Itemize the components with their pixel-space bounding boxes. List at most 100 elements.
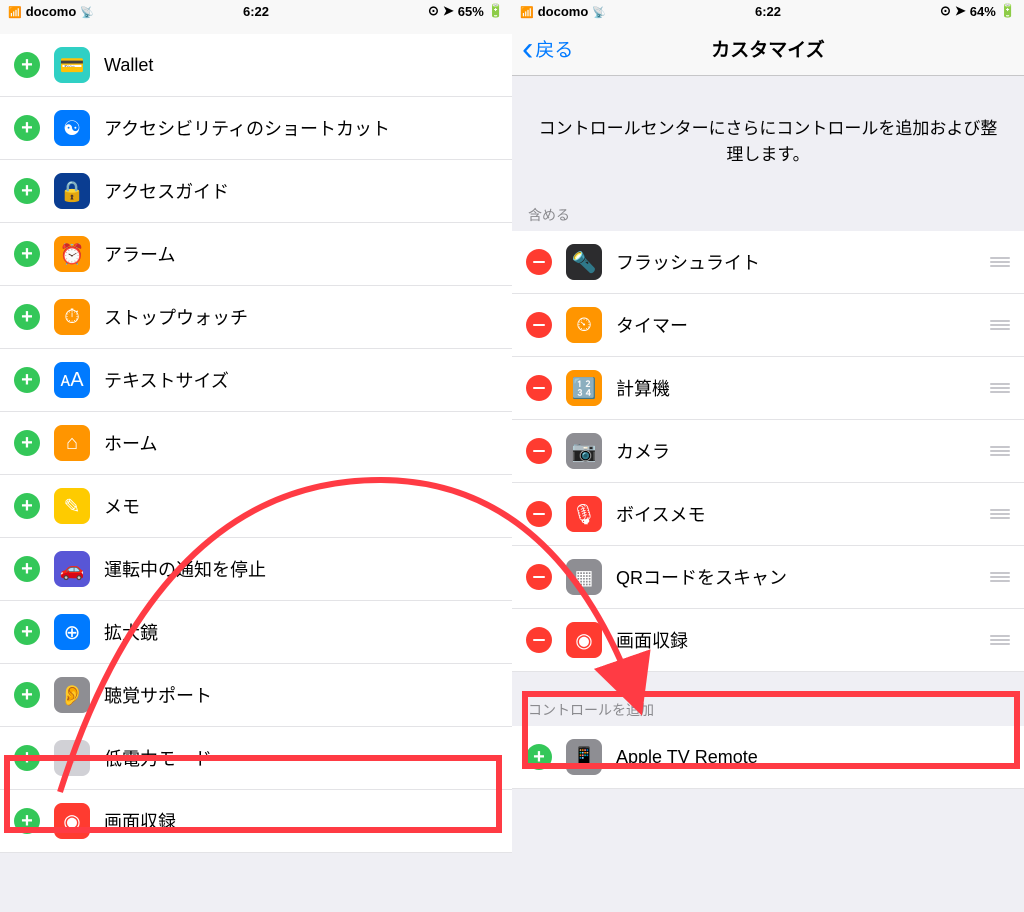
drag-handle-icon[interactable] bbox=[986, 446, 1010, 456]
wifi-icon bbox=[592, 4, 606, 19]
wifi-icon bbox=[80, 4, 94, 19]
section-include: 含める bbox=[512, 197, 1024, 231]
battery-label: 64% bbox=[970, 4, 996, 19]
app-icon: ☯ bbox=[54, 110, 90, 146]
add-button[interactable]: + bbox=[14, 304, 40, 330]
list-item[interactable]: + ⏰ アラーム bbox=[0, 223, 512, 286]
back-button[interactable]: 戻る bbox=[512, 35, 583, 62]
app-icon: 🔒 bbox=[54, 173, 90, 209]
list-item[interactable]: + 💳 Wallet bbox=[0, 34, 512, 97]
list-item[interactable]: +🔒アクセスガイド bbox=[0, 160, 512, 223]
drag-handle-icon[interactable] bbox=[986, 509, 1010, 519]
alarm-icon: ⊙ bbox=[940, 3, 951, 19]
drag-handle-icon[interactable] bbox=[986, 383, 1010, 393]
row-label: 聴覚サポート bbox=[104, 682, 498, 708]
location-icon: ➤ bbox=[443, 3, 454, 19]
list-item[interactable]: ▦QRコードをスキャン bbox=[512, 546, 1024, 609]
list-item[interactable]: +✎メモ bbox=[0, 475, 512, 538]
section-add: コントロールを追加 bbox=[512, 692, 1024, 726]
row-label: カメラ bbox=[616, 438, 972, 464]
drag-handle-icon[interactable] bbox=[986, 320, 1010, 330]
list-item[interactable]: + ⌂ ホーム bbox=[0, 412, 512, 475]
row-label: 計算機 bbox=[616, 375, 972, 401]
list-item[interactable]: + ◐ 低電力モード bbox=[0, 727, 512, 790]
list-item[interactable]: ◉画面収録 bbox=[512, 609, 1024, 672]
drag-handle-icon[interactable] bbox=[986, 635, 1010, 645]
add-button[interactable]: + bbox=[14, 493, 40, 519]
add-button[interactable]: + bbox=[14, 556, 40, 582]
list-item[interactable]: + ⊕ 拡大鏡 bbox=[0, 601, 512, 664]
app-icon: 🔢 bbox=[566, 370, 602, 406]
add-button[interactable]: + bbox=[14, 178, 40, 204]
app-icon: ✎ bbox=[54, 488, 90, 524]
remove-button[interactable] bbox=[526, 375, 552, 401]
row-label: 画面収録 bbox=[104, 808, 498, 834]
app-icon: 🚗 bbox=[54, 551, 90, 587]
row-label: タイマー bbox=[616, 312, 972, 338]
right-screen: docomo 6:22 ⊙➤64%🔋 戻る カスタマイズ コントロールセンターに… bbox=[512, 0, 1024, 912]
remove-button[interactable] bbox=[526, 249, 552, 275]
row-label: 拡大鏡 bbox=[104, 619, 498, 645]
add-button[interactable]: + bbox=[14, 115, 40, 141]
row-label: ストップウォッチ bbox=[104, 304, 498, 330]
list-item[interactable]: 🔦 フラッシュライト bbox=[512, 231, 1024, 294]
remove-button[interactable] bbox=[526, 501, 552, 527]
signal-icon bbox=[520, 4, 534, 19]
add-button[interactable]: + bbox=[14, 241, 40, 267]
row-label: 低電力モード bbox=[104, 745, 498, 771]
app-icon: 🔦 bbox=[566, 244, 602, 280]
app-icon: ⏲ bbox=[566, 307, 602, 343]
add-button[interactable]: + bbox=[14, 682, 40, 708]
app-icon: ◉ bbox=[54, 803, 90, 839]
description-text: コントロールセンターにさらにコントロールを追加および整理します。 bbox=[512, 76, 1024, 197]
list-item[interactable]: + 🚗 運転中の通知を停止 bbox=[0, 538, 512, 601]
remove-button[interactable] bbox=[526, 312, 552, 338]
app-icon: 📱 bbox=[566, 739, 602, 775]
list-item[interactable]: +📱Apple TV Remote bbox=[512, 726, 1024, 789]
add-button[interactable]: + bbox=[14, 619, 40, 645]
list-item[interactable]: 🎙ボイスメモ bbox=[512, 483, 1024, 546]
drag-handle-icon[interactable] bbox=[986, 257, 1010, 267]
row-label: テキストサイズ bbox=[104, 367, 498, 393]
list-content: コントロールセンターにさらにコントロールを追加および整理します。 含める 🔦 フラ… bbox=[512, 76, 1024, 912]
add-button[interactable]: + bbox=[14, 808, 40, 834]
list-item[interactable]: + ⏱ ストップウォッチ bbox=[0, 286, 512, 349]
list-item[interactable]: ⏲ タイマー bbox=[512, 294, 1024, 357]
list-item[interactable]: 📷 カメラ bbox=[512, 420, 1024, 483]
remove-button[interactable] bbox=[526, 627, 552, 653]
app-icon: 💳 bbox=[54, 47, 90, 83]
app-icon: ⊕ bbox=[54, 614, 90, 650]
add-button[interactable]: + bbox=[526, 744, 552, 770]
status-bar: docomo 6:22 ⊙➤65%🔋 bbox=[0, 0, 512, 22]
app-icon: ⏰ bbox=[54, 236, 90, 272]
app-icon: 📷 bbox=[566, 433, 602, 469]
add-button[interactable]: + bbox=[14, 367, 40, 393]
remove-button[interactable] bbox=[526, 438, 552, 464]
row-label: 運転中の通知を停止 bbox=[104, 556, 498, 582]
list-item[interactable]: +ᴀAテキストサイズ bbox=[0, 349, 512, 412]
list-item[interactable]: + 👂 聴覚サポート bbox=[0, 664, 512, 727]
list-item[interactable]: +☯アクセシビリティのショートカット bbox=[0, 97, 512, 160]
row-label: フラッシュライト bbox=[616, 249, 972, 275]
battery-icon: 🔋 bbox=[1000, 3, 1016, 19]
location-icon: ➤ bbox=[955, 3, 966, 19]
row-label: アラーム bbox=[104, 241, 498, 267]
add-button[interactable]: + bbox=[14, 430, 40, 456]
add-button[interactable]: + bbox=[14, 52, 40, 78]
alarm-icon: ⊙ bbox=[428, 3, 439, 19]
battery-icon: 🔋 bbox=[488, 3, 504, 19]
row-label: Wallet bbox=[104, 55, 498, 76]
add-button[interactable]: + bbox=[14, 745, 40, 771]
carrier-label: docomo bbox=[538, 4, 589, 19]
page-title: カスタマイズ bbox=[512, 35, 1024, 62]
app-icon: 👂 bbox=[54, 677, 90, 713]
app-icon: ⌂ bbox=[54, 425, 90, 461]
remove-button[interactable] bbox=[526, 564, 552, 590]
app-icon: ⏱ bbox=[54, 299, 90, 335]
drag-handle-icon[interactable] bbox=[986, 572, 1010, 582]
row-label: 画面収録 bbox=[616, 627, 972, 653]
row-label: ホーム bbox=[104, 430, 498, 456]
list-item[interactable]: 🔢 計算機 bbox=[512, 357, 1024, 420]
list-item[interactable]: + ◉ 画面収録 bbox=[0, 790, 512, 853]
app-icon: ◐ bbox=[54, 740, 90, 776]
